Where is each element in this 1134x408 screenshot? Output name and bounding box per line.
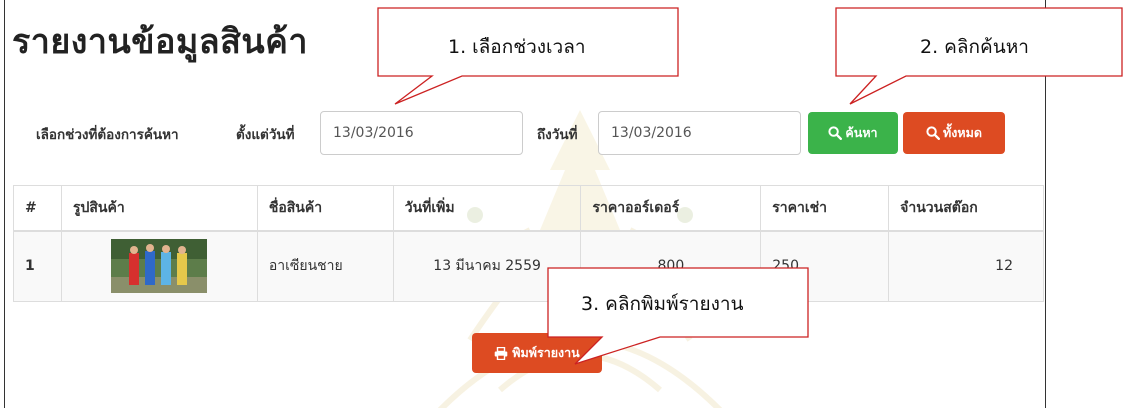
product-table: # รูปสินค้า ชื่อสินค้า วันที่เพิ่ม ราคาอ…: [13, 185, 1044, 302]
column-header-stock: จำนวนสต๊อก: [888, 185, 1044, 232]
search-icon: [828, 126, 843, 140]
show-all-button-label: ทั้งหมด: [943, 125, 982, 140]
rent-price: 250: [760, 230, 890, 302]
from-date-label: ตั้งแต่วันที่: [236, 127, 295, 143]
product-photo: [111, 239, 208, 294]
callout-step-3: 3. คลิกพิมพ์รายงาน: [581, 293, 744, 315]
callout-step-2: 2. คลิกค้นหา: [920, 36, 1029, 58]
page-title: รายงานข้อมูลสินค้า: [12, 22, 308, 62]
printer-icon: [494, 346, 508, 360]
callout-step-1: 1. เลือกช่วงเวลา: [448, 36, 586, 58]
search-button-label: ค้นหา: [845, 125, 878, 140]
column-header-image: รูปสินค้า: [60, 185, 258, 232]
product-name: อาเซียนชาย: [256, 230, 394, 302]
show-all-button[interactable]: ทั้งหมด: [903, 112, 1005, 154]
to-date-label: ถึงวันที่: [537, 127, 578, 143]
print-report-label: พิมพ์รายงาน: [512, 345, 580, 360]
table-row: 1 อาเซียนชาย 13 มีนาคม 2559 800 250 12: [13, 230, 1044, 302]
column-header-name: ชื่อสินค้า: [256, 185, 394, 232]
table-header-row: # รูปสินค้า ชื่อสินค้า วันที่เพิ่ม ราคาอ…: [13, 185, 1044, 232]
stock-count: 12: [888, 230, 1044, 302]
search-icon: [926, 126, 941, 140]
print-report-button[interactable]: พิมพ์รายงาน: [472, 333, 602, 373]
to-date-input[interactable]: [598, 111, 801, 155]
column-header-order-price: ราคาออร์เดอร์: [580, 185, 762, 232]
search-button[interactable]: ค้นหา: [808, 112, 898, 154]
column-header-date-added: วันที่เพิ่ม: [392, 185, 582, 232]
column-header-rent-price: ราคาเช่า: [760, 185, 890, 232]
from-date-input[interactable]: [320, 111, 523, 155]
product-image-cell: [60, 230, 258, 302]
range-label: เลือกช่วงที่ต้องการค้นหา: [36, 127, 179, 143]
row-number: 1: [13, 230, 62, 302]
date-added: 13 มีนาคม 2559: [392, 230, 582, 302]
column-header-number: #: [13, 185, 62, 232]
